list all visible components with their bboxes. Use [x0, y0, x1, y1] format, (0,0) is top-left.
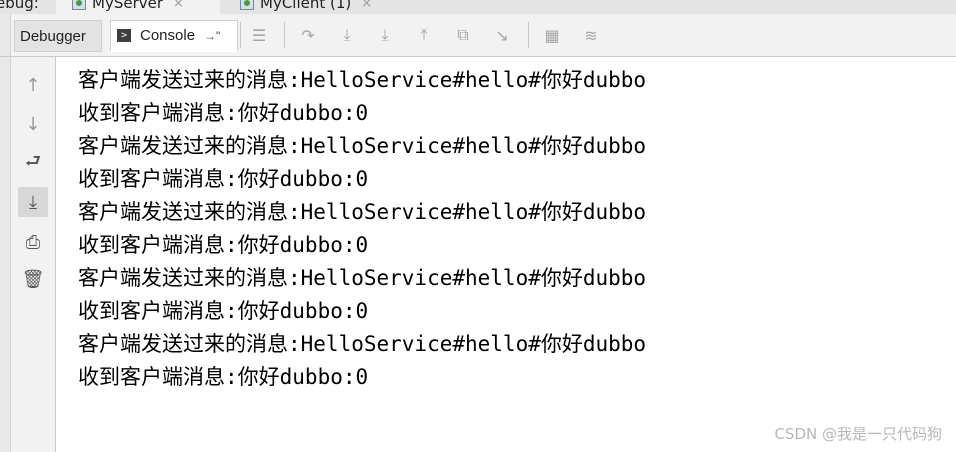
- trace-stream-icon[interactable]: ≋: [579, 24, 603, 46]
- console-line: 客户端发送过来的消息:HelloService#hello#你好dubbo: [78, 200, 647, 224]
- run-tab-label: MyServer: [92, 0, 164, 12]
- up-stack-frame-icon[interactable]: ↑: [18, 70, 48, 100]
- console-line: 客户端发送过来的消息:HelloService#hello#你好dubbo: [78, 68, 647, 92]
- console-line: 客户端发送过来的消息:HelloService#hello#你好dubbo: [78, 266, 647, 290]
- tab-console[interactable]: > Console →": [110, 20, 238, 52]
- close-icon[interactable]: ×: [173, 0, 184, 11]
- console-output[interactable]: 客户端发送过来的消息:HelloService#hello#你好dubbo 收到…: [78, 64, 938, 394]
- close-icon[interactable]: ×: [361, 0, 372, 11]
- console-line: 客户端发送过来的消息:HelloService#hello#你好dubbo: [78, 134, 647, 158]
- show-execution-point-icon[interactable]: ☰: [247, 24, 271, 46]
- debug-toolbar: Debugger > Console →" ☰ ↷ ⤓ ⤓ ⤒ ⧉ ↘ ▦ ≋: [0, 14, 956, 57]
- force-step-into-icon[interactable]: ⤓: [373, 24, 397, 46]
- run-tab-label: MyClient (1): [260, 0, 352, 12]
- tab-debugger-label: Debugger: [20, 27, 86, 45]
- down-stack-frame-icon[interactable]: ↓: [18, 109, 48, 139]
- clear-all-icon[interactable]: 🗑: [18, 264, 48, 294]
- step-over-icon[interactable]: ↷: [296, 24, 320, 46]
- console-line: 收到客户端消息:你好dubbo:0: [78, 101, 369, 125]
- tool-window-strip: [0, 57, 11, 452]
- print-icon[interactable]: ⎙: [18, 227, 48, 257]
- run-tab-strip: ebug: MyServer × MyClient (1) ×: [0, 0, 956, 14]
- toolbar-separator: [240, 22, 241, 48]
- tab-debugger[interactable]: Debugger: [14, 20, 102, 52]
- console-gutter: ↑ ↓ ⮐ ⤓ ⎙ 🗑: [0, 57, 56, 452]
- run-tab-myserver[interactable]: MyServer ×: [72, 0, 184, 13]
- drop-frame-icon[interactable]: ⧉: [451, 24, 475, 46]
- console-line: 收到客户端消息:你好dubbo:0: [78, 299, 369, 323]
- step-out-icon[interactable]: ⤒: [412, 24, 436, 46]
- evaluate-expression-icon[interactable]: ▦: [540, 24, 564, 46]
- run-tab-debug-label: ebug:: [0, 0, 39, 13]
- run-tab-label: ebug:: [0, 0, 39, 12]
- soft-wrap-icon[interactable]: ⮐: [18, 149, 48, 179]
- run-to-cursor-icon[interactable]: ↘: [490, 24, 514, 46]
- step-into-icon[interactable]: ⤓: [335, 24, 359, 46]
- console-line: 收到客户端消息:你好dubbo:0: [78, 365, 369, 389]
- pin-tab-icon[interactable]: →": [204, 29, 220, 43]
- run-tab-myclient[interactable]: MyClient (1) ×: [240, 0, 372, 13]
- toolbar-separator: [528, 22, 529, 48]
- console-line: 收到客户端消息:你好dubbo:0: [78, 167, 369, 191]
- console-line: 收到客户端消息:你好dubbo:0: [78, 233, 369, 257]
- tab-console-label: Console: [140, 27, 196, 44]
- toolbar-separator: [284, 22, 285, 48]
- watermark: CSDN @我是一只代码狗: [774, 425, 942, 443]
- java-run-icon: [72, 0, 86, 10]
- tool-window-strip: [0, 14, 11, 56]
- java-run-icon: [240, 0, 254, 10]
- console-line: 客户端发送过来的消息:HelloService#hello#你好dubbo: [78, 332, 647, 356]
- scroll-to-end-icon[interactable]: ⤓: [18, 187, 48, 217]
- console-icon: >: [117, 29, 131, 42]
